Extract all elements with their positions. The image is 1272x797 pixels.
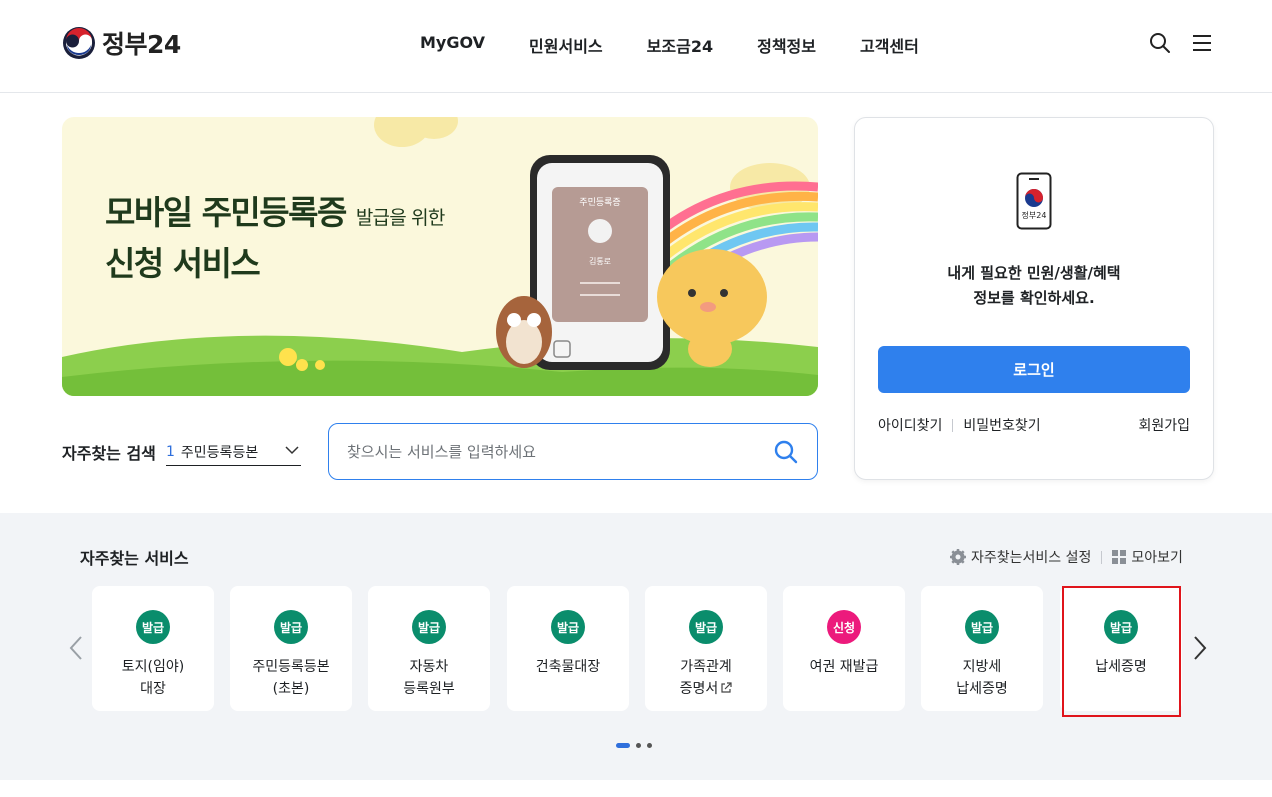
nav-customer-center[interactable]: 고객센터 — [860, 33, 919, 57]
logo-text: 정부24 — [102, 30, 181, 59]
service-card-label-line2: (초본) — [272, 681, 310, 697]
service-card-vehicle-register[interactable]: 발급 자동차 등록원부 — [368, 586, 490, 711]
service-card-label-line1: 자동차 — [409, 659, 449, 675]
frequent-search-value: 주민등록등본 — [180, 445, 259, 461]
login-message: 내게 필요한 민원/생활/혜택 정보를 확인하세요. — [855, 261, 1213, 311]
view-all-button[interactable]: 모아보기 — [1112, 547, 1183, 567]
service-card-resident-register[interactable]: 발급 주민등록등본 (초본) — [230, 586, 352, 711]
service-card-label-line2: 납세증명 — [956, 681, 1008, 697]
service-card-label-line1: 토지(임야) — [121, 659, 185, 675]
banner-title-line1: 모바일 주민등록증 — [105, 193, 347, 232]
service-card-passport-reissue[interactable]: 신청 여권 재발급 — [783, 586, 905, 711]
service-card-label-line2: 증명서 — [679, 681, 719, 697]
service-card-family-certificate[interactable]: 발급 가족관계 증명서 — [645, 586, 767, 711]
favorite-settings-label: 자주찾는서비스 설정 — [971, 550, 1092, 566]
service-card-local-tax-certificate[interactable]: 발급 지방세 납세증명 — [921, 586, 1043, 711]
search-icon[interactable] — [1149, 32, 1171, 54]
favorite-settings-button[interactable]: 자주찾는서비스 설정 — [950, 547, 1091, 567]
issue-badge: 발급 — [551, 610, 585, 644]
mobile-id-label: 정부24 — [1022, 210, 1047, 220]
hamburger-menu-icon[interactable] — [1191, 32, 1213, 54]
banner-title: 모바일 주민등록증 발급을 위한 신청 서비스 — [105, 190, 445, 286]
taegeuk-logo-icon — [63, 27, 95, 59]
service-card-label: 지방세 납세증명 — [921, 656, 1043, 700]
apply-badge: 신청 — [827, 610, 861, 644]
nav-civil-services[interactable]: 민원서비스 — [529, 33, 603, 57]
service-card-label: 자동차 등록원부 — [368, 656, 490, 700]
carousel-next-icon[interactable] — [1192, 635, 1208, 661]
gov24-logo[interactable]: 정부24 — [62, 26, 181, 60]
banner-title-line1-small: 발급을 위한 — [355, 207, 445, 229]
banner-title-line2: 신청 서비스 — [105, 244, 261, 283]
service-card-label: 여권 재발급 — [783, 656, 905, 678]
site-header: 정부24 MyGOV 민원서비스 보조금24 정책정보 고객센터 — [0, 0, 1272, 93]
divider — [1101, 550, 1103, 564]
issue-badge: 발급 — [689, 610, 723, 644]
promo-banner[interactable]: 주민등록증 김통로 모바일 주민등록증 발급을 위한 신청 서비스 — [62, 117, 818, 396]
service-card-label-line1: 주민등록등본 — [252, 659, 330, 675]
pagination-dot[interactable] — [636, 743, 641, 748]
favorite-services-tools: 자주찾는서비스 설정 모아보기 — [950, 547, 1183, 567]
service-card-label-line2: 등록원부 — [403, 681, 455, 697]
service-card-label-line1: 지방세 — [962, 659, 1002, 675]
frequent-search-select[interactable]: 1 주민등록등본 — [166, 439, 301, 466]
mobile-id-icon: 정부24 — [1016, 172, 1052, 230]
frequent-search-label: 자주찾는 검색 — [62, 444, 156, 463]
login-message-line2: 정보를 확인하세요. — [973, 289, 1095, 307]
service-search-box — [328, 423, 818, 480]
pagination-dot[interactable] — [647, 743, 652, 748]
banner-card-name: 김통로 — [589, 256, 611, 266]
grid-icon — [1112, 550, 1127, 564]
nav-mygov[interactable]: MyGOV — [420, 33, 485, 57]
service-card-label: 토지(임야) 대장 — [92, 656, 214, 700]
carousel-pagination — [616, 743, 652, 748]
find-password-link[interactable]: 비밀번호찾기 — [963, 415, 1040, 435]
signup-link[interactable]: 회원가입 — [1138, 415, 1190, 435]
selection-highlight-box — [1062, 586, 1181, 717]
service-card-building-register[interactable]: 발급 건축물대장 — [507, 586, 629, 711]
issue-badge: 발급 — [965, 610, 999, 644]
nav-policy-info[interactable]: 정책정보 — [757, 33, 816, 57]
login-card: 정부24 내게 필요한 민원/생활/혜택 정보를 확인하세요. 로그인 아이디찾… — [854, 117, 1214, 480]
divider — [952, 418, 954, 432]
chevron-down-icon — [285, 446, 299, 455]
frequent-search-rank: 1 — [166, 444, 175, 460]
issue-badge: 발급 — [136, 610, 170, 644]
service-card-label: 건축물대장 — [507, 656, 629, 678]
service-card-label-line1: 여권 재발급 — [809, 659, 879, 675]
pagination-dot-active[interactable] — [616, 743, 630, 748]
service-card-label-line1: 건축물대장 — [535, 659, 601, 675]
find-id-link[interactable]: 아이디찾기 — [878, 415, 942, 435]
service-card-label: 주민등록등본 (초본) — [230, 656, 352, 700]
login-button[interactable]: 로그인 — [878, 346, 1190, 393]
issue-badge: 발급 — [412, 610, 446, 644]
gear-icon — [950, 549, 966, 565]
favorite-services-section: 자주찾는 서비스 자주찾는서비스 설정 모아보기 발급 토지(임야) 대장 발급… — [0, 513, 1272, 780]
issue-badge: 발급 — [274, 610, 308, 644]
service-card-land-register[interactable]: 발급 토지(임야) 대장 — [92, 586, 214, 711]
carousel-prev-icon[interactable] — [68, 635, 84, 661]
service-card-label: 가족관계 증명서 — [645, 656, 767, 700]
service-card-label-line2-wrap: 증명서 — [645, 678, 767, 700]
search-icon[interactable] — [774, 440, 798, 464]
service-card-label-line1: 가족관계 — [680, 659, 732, 675]
service-card-label-line2: 대장 — [140, 681, 166, 697]
external-link-icon — [721, 682, 732, 693]
account-links: 아이디찾기 비밀번호찾기 회원가입 — [878, 415, 1190, 435]
favorite-services-title: 자주찾는 서비스 — [80, 549, 189, 568]
banner-card-title: 주민등록증 — [579, 197, 620, 208]
view-all-label: 모아보기 — [1131, 550, 1183, 566]
main-nav: MyGOV 민원서비스 보조금24 정책정보 고객센터 — [420, 33, 963, 57]
service-search-input[interactable] — [347, 438, 747, 466]
login-message-line1: 내게 필요한 민원/생활/혜택 — [947, 264, 1121, 282]
nav-subsidy24[interactable]: 보조금24 — [647, 33, 713, 57]
